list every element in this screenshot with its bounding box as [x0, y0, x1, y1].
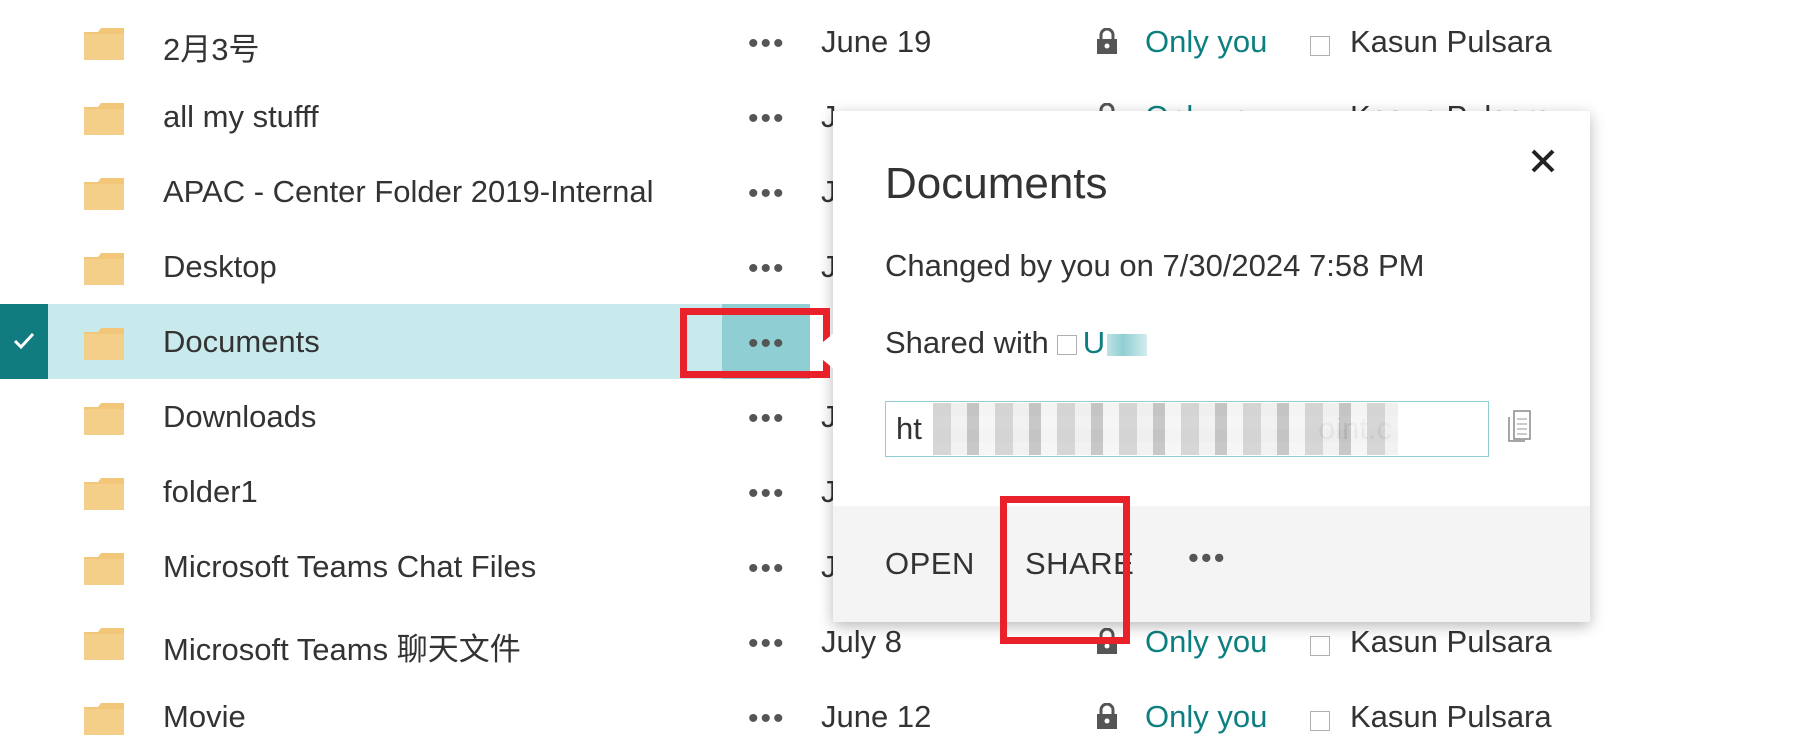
file-name[interactable]: Documents: [163, 324, 320, 360]
folder-icon: [84, 628, 124, 660]
folder-icon: [84, 253, 124, 285]
file-row-0[interactable]: 2月3号 ••• June 19 Only you Kasun Pulsara: [0, 4, 1799, 79]
modified-date: June 19: [821, 24, 932, 59]
row-more-button[interactable]: •••: [722, 229, 810, 304]
row-more-button[interactable]: •••: [722, 529, 810, 604]
row-more-button[interactable]: •••: [722, 679, 810, 754]
file-name[interactable]: Microsoft Teams 聊天文件: [163, 624, 521, 669]
folder-icon: [84, 103, 124, 135]
user-presence-icon: [1310, 636, 1330, 656]
redacted-user-name: [1107, 333, 1148, 356]
row-more-button[interactable]: •••: [722, 604, 810, 679]
folder-icon: [84, 703, 124, 735]
open-button[interactable]: OPEN: [885, 546, 975, 582]
shared-with: Shared with U: [885, 325, 1148, 361]
checkmark-icon: [13, 332, 35, 350]
modified-by[interactable]: Kasun Pulsara: [1350, 699, 1552, 735]
annotation-highlight-share: [1000, 496, 1130, 644]
callout-title: Documents: [885, 159, 1108, 208]
file-name[interactable]: Movie: [163, 699, 246, 735]
sharing-status[interactable]: Only you: [1145, 699, 1267, 735]
file-name[interactable]: Microsoft Teams Chat Files: [163, 549, 536, 585]
sharing-status[interactable]: Only you: [1145, 624, 1267, 660]
more-actions-button[interactable]: •••: [1188, 540, 1227, 576]
callout-actions: OPEN SHARE •••: [833, 506, 1590, 622]
file-name[interactable]: all my stufff: [163, 99, 319, 135]
changed-info: Changed by you on 7/30/2024 7:58 PM: [885, 248, 1425, 283]
modified-by[interactable]: Kasun Pulsara: [1350, 24, 1552, 60]
share-link-field[interactable]: [885, 401, 1489, 457]
shared-with-label: Shared with: [885, 325, 1049, 360]
row-more-button[interactable]: •••: [722, 379, 810, 454]
row-more-button[interactable]: •••: [722, 4, 810, 79]
modified-date: July 8: [821, 624, 902, 659]
callout-pointer: [812, 333, 834, 369]
file-name[interactable]: Desktop: [163, 249, 277, 285]
copy-icon[interactable]: [1505, 407, 1533, 443]
folder-icon: [84, 28, 124, 60]
user-presence-icon: [1310, 711, 1330, 731]
row-more-button[interactable]: •••: [722, 79, 810, 154]
file-name[interactable]: folder1: [163, 474, 258, 510]
folder-icon: [84, 403, 124, 435]
close-icon[interactable]: [1523, 141, 1563, 181]
row-more-button[interactable]: •••: [722, 154, 810, 229]
lock-icon: [1097, 28, 1117, 54]
folder-icon: [84, 478, 124, 510]
file-row-9[interactable]: Movie ••• June 12 Only you Kasun Pulsara: [0, 679, 1799, 754]
modified-date: June 12: [821, 699, 932, 734]
folder-icon: [84, 328, 124, 360]
folder-icon: [84, 178, 124, 210]
file-name[interactable]: Downloads: [163, 399, 316, 435]
lock-icon: [1097, 703, 1117, 729]
annotation-highlight-more: [680, 308, 830, 378]
file-name[interactable]: 2月3号: [163, 24, 259, 69]
file-callout: Documents Changed by you on 7/30/2024 7:…: [833, 111, 1590, 622]
file-name[interactable]: APAC - Center Folder 2019-Internal: [163, 174, 654, 210]
row-checkbox[interactable]: [0, 304, 48, 379]
modified-by[interactable]: Kasun Pulsara: [1350, 624, 1552, 660]
sharing-status[interactable]: Only you: [1145, 24, 1267, 60]
folder-icon: [84, 553, 124, 585]
user-presence-icon: [1056, 334, 1077, 355]
row-more-button[interactable]: •••: [722, 454, 810, 529]
shared-user-link[interactable]: U: [1083, 325, 1105, 360]
user-presence-icon: [1310, 36, 1330, 56]
